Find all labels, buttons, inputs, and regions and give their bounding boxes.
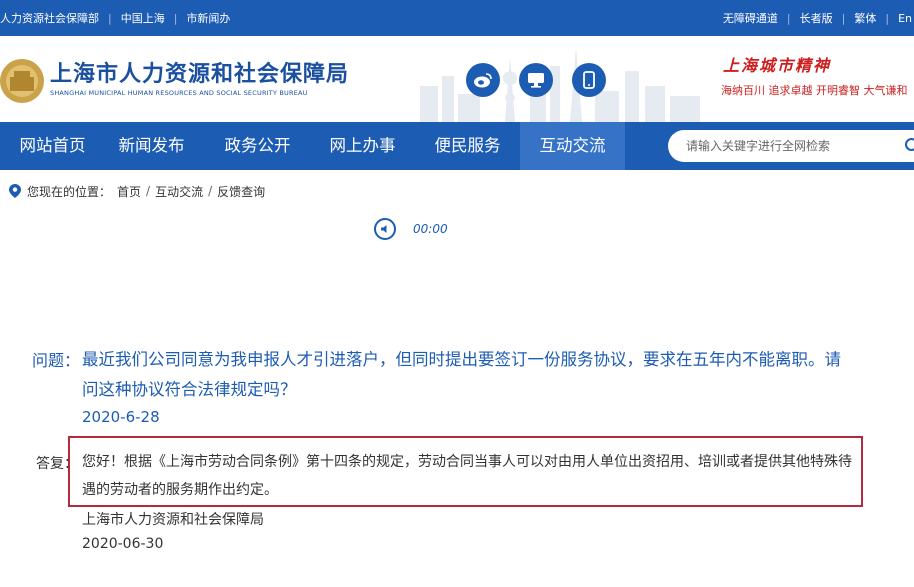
answer-organization: 上海市人力资源和社会保障局 [82, 512, 264, 528]
search-input[interactable] [686, 137, 886, 155]
audio-play-button[interactable] [374, 218, 396, 240]
divider: | [885, 11, 890, 25]
link-english[interactable]: En [898, 12, 912, 25]
computer-icon [528, 73, 544, 88]
weibo-icon [474, 73, 492, 88]
divider: | [108, 11, 112, 25]
search-icon[interactable] [904, 137, 914, 155]
main-nav: 网站首页 新闻发布 政务公开 网上办事 便民服务 互动交流 [0, 122, 914, 170]
nav-online-services[interactable]: 网上办事 [310, 122, 415, 170]
answer-text: 您好！根据《上海市劳动合同条例》第十四条的规定，劳动合同当事人可以对由用人单位出… [82, 454, 852, 498]
divider: | [841, 11, 846, 25]
question-label: 问题： [32, 351, 81, 370]
city-spirit-text: 海纳百川 追求卓越 开明睿智 大气谦和 [721, 84, 908, 97]
link-news-office[interactable]: 市新闻办 [186, 10, 230, 26]
breadcrumb-prefix: 您现在的位置： [27, 184, 112, 199]
skyline-illustration [420, 46, 700, 122]
audio-time: 00:00 [413, 222, 448, 236]
emblem-logo [0, 59, 44, 103]
audio-player: 00:00 [374, 217, 448, 241]
answer-date: 2020-06-30 [82, 536, 164, 552]
top-strip: 人力资源社会保障部 | 中国上海 | 市新闻办 无障碍通道 | 长者版 | 繁体… [0, 0, 914, 36]
speaker-icon [381, 225, 387, 233]
nav-news[interactable]: 新闻发布 [99, 122, 204, 170]
link-china-shanghai[interactable]: 中国上海 [121, 10, 165, 26]
breadcrumb-home[interactable]: 首页 [117, 183, 141, 200]
divider: | [786, 11, 791, 25]
top-left-links: 人力资源社会保障部 | 中国上海 | 市新闻办 [0, 0, 230, 36]
breadcrumb: 您现在的位置： 首页 / 互动交流 / 反馈查询 [9, 182, 265, 200]
mobile-button[interactable] [572, 63, 606, 97]
site-header: 上海市人力资源和社会保障局 SHANGHAI MUNICIPAL HUMAN R… [0, 36, 914, 122]
question-date: 2020-6-28 [82, 408, 160, 426]
top-right-links: 无障碍通道 | 长者版 | 繁体 | En [723, 0, 914, 36]
question-text: 最近我们公司同意为我申报人才引进落户，但同时提出要签订一份服务协议，要求在五年内… [82, 350, 841, 399]
computer-button[interactable] [519, 63, 553, 97]
site-title[interactable]: 上海市人力资源和社会保障局 [50, 56, 349, 88]
location-pin-icon [9, 184, 21, 198]
nav-home[interactable]: 网站首页 [0, 122, 105, 170]
link-elder-version[interactable]: 长者版 [800, 10, 833, 26]
mobile-icon [583, 71, 595, 89]
nav-interaction[interactable]: 互动交流 [520, 122, 625, 170]
breadcrumb-separator: / [208, 184, 213, 198]
divider: | [173, 11, 178, 25]
nav-public-services[interactable]: 便民服务 [415, 122, 520, 170]
breadcrumb-feedback-query[interactable]: 反馈查询 [217, 183, 265, 200]
link-accessibility[interactable]: 无障碍通道 [723, 10, 778, 26]
breadcrumb-interaction[interactable]: 互动交流 [155, 183, 203, 200]
link-ministry[interactable]: 人力资源社会保障部 [0, 10, 99, 26]
breadcrumb-separator: / [146, 184, 151, 198]
link-traditional-chinese[interactable]: 繁体 [854, 10, 876, 26]
nav-government-info[interactable]: 政务公开 [205, 122, 310, 170]
search-box [668, 130, 914, 162]
weibo-button[interactable] [466, 63, 500, 97]
city-spirit-title: 上海城市精神 [723, 56, 832, 75]
site-subtitle: SHANGHAI MUNICIPAL HUMAN RESOURCES AND S… [50, 89, 308, 97]
